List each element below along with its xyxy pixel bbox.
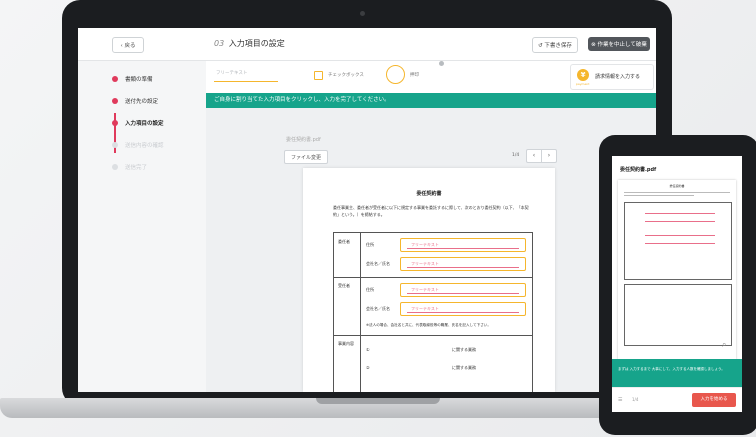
phone-field[interactable] [645,239,715,244]
address-label: 住所 [366,242,374,247]
file-name: 委任契約書.pdf [286,137,321,143]
checkbox-tool-icon[interactable] [314,71,323,80]
delegatee-label: 受任者 [338,283,350,288]
delegator-label: 委任者 [338,239,350,244]
item-number: ① [366,347,370,352]
phone-file-name: 委任契約書.pdf [620,167,657,173]
phone-page-indicator: 1/4 [632,397,639,402]
step-label: 送信完了 [125,165,148,171]
phone-doc-table [624,284,732,346]
payment-info-label: 請求情報を入力する [595,74,641,80]
text-line [624,195,694,196]
step-number: 03 [214,39,225,48]
phone-doc-table [624,202,732,280]
page-title-text: 入力項目の設定 [228,39,285,48]
phone-screen: 委任契約書.pdf 委任契約書 ⌕ まずは 入力するまで 大事にして、入力する人… [612,156,742,412]
business-label: 事業内容 [338,341,354,346]
table-divider [334,277,532,278]
phone-footer: ☰ 1/4 入力を始める [612,387,742,412]
phone-instruction-banner: まずは 入力するまで 大事にして、入力する人数を確認しましょう。 [612,359,742,387]
step-sidebar: 書類の準備 送付先の設定 入力項目の設定 送信内容の確認 送信完了 [78,61,206,392]
address-label: 住所 [366,287,374,292]
name-label: 会社名／氏名 [366,261,390,266]
document-body: 委任事業主、委任者が受任者に以下に規定する事業を委託するに際して、次のとおり委任… [333,205,529,217]
name-label: 会社名／氏名 [366,306,390,311]
table-divider [360,233,361,392]
step-dot-icon [112,142,118,148]
step-prepare[interactable]: 書類の準備 [112,75,153,83]
prev-page-button[interactable]: ‹ [526,149,542,163]
phone-field[interactable] [645,217,715,222]
contract-table: 委任者 住所 フリーテキスト 会社名／氏名 フリーテキスト 受任者 住所 フリー… [333,232,533,392]
next-page-button[interactable]: › [541,149,557,163]
menu-icon[interactable]: ☰ [618,397,622,403]
page-indicator: 1/4 [512,153,520,158]
delegatee-address-field[interactable]: フリーテキスト [400,283,526,297]
laptop-notch [316,398,440,404]
document-page: 委任契約書 委任事業主、委任者が受任者に以下に規定する事業を委託するに際して、次… [303,168,555,392]
camera-icon [360,11,365,16]
delegator-name-field[interactable]: フリーテキスト [400,257,526,271]
step-dot-icon [112,76,118,82]
phone-document: 委任契約書 [618,180,736,360]
field-toolbar: フリーテキスト チェックボックス 押印 ¥ payment 請求情報を入力する [206,61,656,94]
back-button[interactable]: ‹ 戻る [112,37,144,53]
step-label: 書類の準備 [125,77,153,83]
laptop-screen: ‹ 戻る 03 入力項目の設定 ↺ 下書き保存 ⊗ 作業を中止して破棄 書類の準… [78,28,656,392]
step-label: 送信内容の確認 [125,143,164,149]
yen-icon: ¥ [577,69,589,81]
zoom-icon[interactable]: ⌕ [722,340,726,350]
instruction-banner: ご自身に割り当てた入力項目をクリックし、入力を完了してください。 [206,93,656,108]
step-label: 送付先の設定 [125,99,159,105]
phone-doc-title: 委任契約書 [669,184,685,188]
indicator-dot-icon [439,61,444,66]
payment-info-button[interactable]: ¥ payment 請求情報を入力する [570,64,654,90]
item-text: に関する業務 [452,347,476,352]
item-text: に関する業務 [452,365,476,370]
seal-tool-label: 押印 [410,73,419,78]
step-fields[interactable]: 入力項目の設定 [112,119,164,127]
step-complete: 送信完了 [112,163,147,171]
start-input-button[interactable]: 入力を始める [692,393,736,407]
phone-field[interactable] [645,209,715,214]
corporate-note: ※法人の場合、会社名と共に、代表取締役等の職業、氏名を記入して下さい。 [366,323,491,327]
seal-tool-icon[interactable] [386,65,405,84]
step-dot-icon [112,164,118,170]
top-bar: ‹ 戻る 03 入力項目の設定 ↺ 下書き保存 ⊗ 作業を中止して破棄 [78,28,656,61]
document-title: 委任契約書 [416,191,442,197]
text-line [624,192,730,193]
free-text-tool[interactable]: フリーテキスト [214,70,278,82]
delegatee-name-field[interactable]: フリーテキスト [400,302,526,316]
change-file-button[interactable]: ファイル変更 [284,150,328,164]
step-dot-icon [112,98,118,104]
phone-field[interactable] [645,231,715,236]
delegator-address-field[interactable]: フリーテキスト [400,238,526,252]
page-title: 03 入力項目の設定 [214,38,285,49]
checkbox-tool-label: チェックボックス [328,73,364,78]
payment-icon-caption: payment [576,82,590,86]
step-dot-icon [112,120,118,126]
step-recipients[interactable]: 送付先の設定 [112,97,158,105]
save-draft-button[interactable]: ↺ 下書き保存 [532,37,578,53]
stop-work-button[interactable]: ⊗ 作業を中止して破棄 [588,37,650,51]
step-confirm: 送信内容の確認 [112,141,164,149]
step-label: 入力項目の設定 [125,121,164,127]
item-number: ② [366,365,370,370]
table-divider [334,335,532,336]
